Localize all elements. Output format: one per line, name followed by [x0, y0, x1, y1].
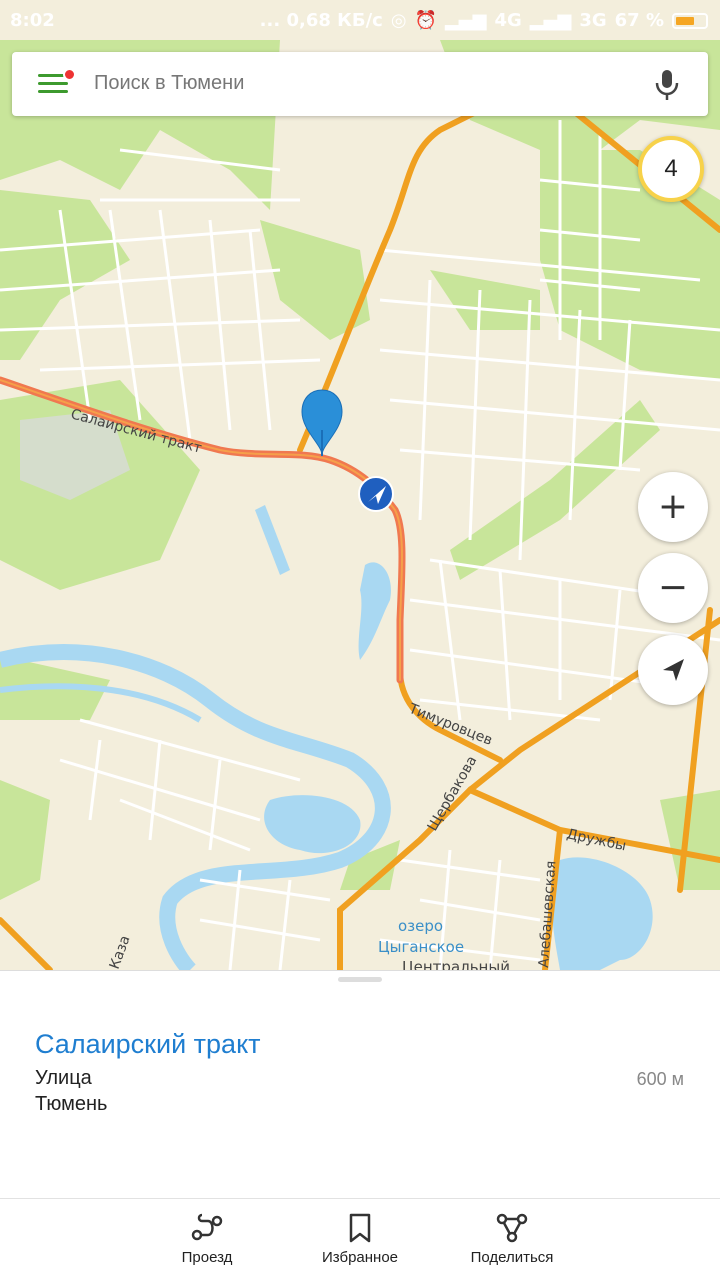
- place-title[interactable]: Салаирский тракт: [35, 1029, 261, 1060]
- place-type: Улица: [35, 1067, 92, 1089]
- map-canvas[interactable]: Салаирский тракт Тимуровцев Щербакова Др…: [0, 0, 720, 970]
- route-button[interactable]: Проезд: [137, 1213, 277, 1266]
- search-input[interactable]: Поиск в Тюмени: [94, 72, 244, 95]
- label-lake-2: Цыганское: [378, 938, 464, 956]
- zoom-in-button[interactable]: +: [638, 472, 708, 542]
- traffic-level-button[interactable]: 4: [638, 136, 704, 202]
- notification-dot: [63, 68, 76, 81]
- alarm-icon: ⏰: [414, 10, 437, 31]
- place-distance: 600 м: [636, 1069, 684, 1089]
- place-card[interactable]: Салаирский тракт Улица Тюмень 600 м: [0, 970, 720, 1199]
- share-button[interactable]: Поделиться: [442, 1213, 582, 1266]
- route-label: Проезд: [181, 1249, 233, 1266]
- route-icon: [191, 1213, 223, 1241]
- plus-icon: +: [657, 486, 689, 527]
- signal-bars-icon: ▂▄▆: [444, 10, 487, 31]
- status-time: 8:02: [10, 10, 55, 31]
- favorites-label: Избранное: [321, 1249, 399, 1266]
- search-bar[interactable]: Поиск в Тюмени: [12, 52, 708, 116]
- my-location-button[interactable]: [638, 635, 708, 705]
- favorites-button[interactable]: Избранное: [290, 1213, 430, 1266]
- bottom-action-bar: Проезд Избранное Поделиться: [0, 1198, 720, 1281]
- sheet-drag-handle[interactable]: [338, 977, 382, 982]
- current-location-icon: [358, 476, 394, 512]
- navigation-arrow-icon: [663, 659, 684, 681]
- status-bar: 8:02 ... 0,68 КБ/с ◎ ⏰ ▂▄▆ 4G ▂▄▆ 3G 67 …: [0, 0, 720, 44]
- menu-icon[interactable]: [38, 68, 76, 96]
- minus-icon: −: [657, 567, 689, 608]
- signal-3g: 3G: [579, 10, 607, 31]
- bookmark-icon: [349, 1213, 371, 1243]
- share-icon: [496, 1213, 528, 1243]
- signal-4g: 4G: [494, 10, 522, 31]
- battery-percent: 67 %: [614, 10, 664, 31]
- hotspot-icon: ◎: [390, 10, 407, 31]
- share-label: Поделиться: [470, 1249, 554, 1266]
- place-city: Тюмень: [35, 1093, 108, 1115]
- network-speed: ... 0,68 КБ/с: [259, 10, 383, 31]
- label-district: Центральный: [402, 958, 510, 970]
- label-lake-1: озеро: [398, 917, 443, 935]
- battery-icon: [672, 12, 708, 29]
- signal-bars-2-icon: ▂▄▆: [529, 10, 572, 31]
- microphone-icon[interactable]: [654, 68, 680, 102]
- zoom-out-button[interactable]: −: [638, 553, 708, 623]
